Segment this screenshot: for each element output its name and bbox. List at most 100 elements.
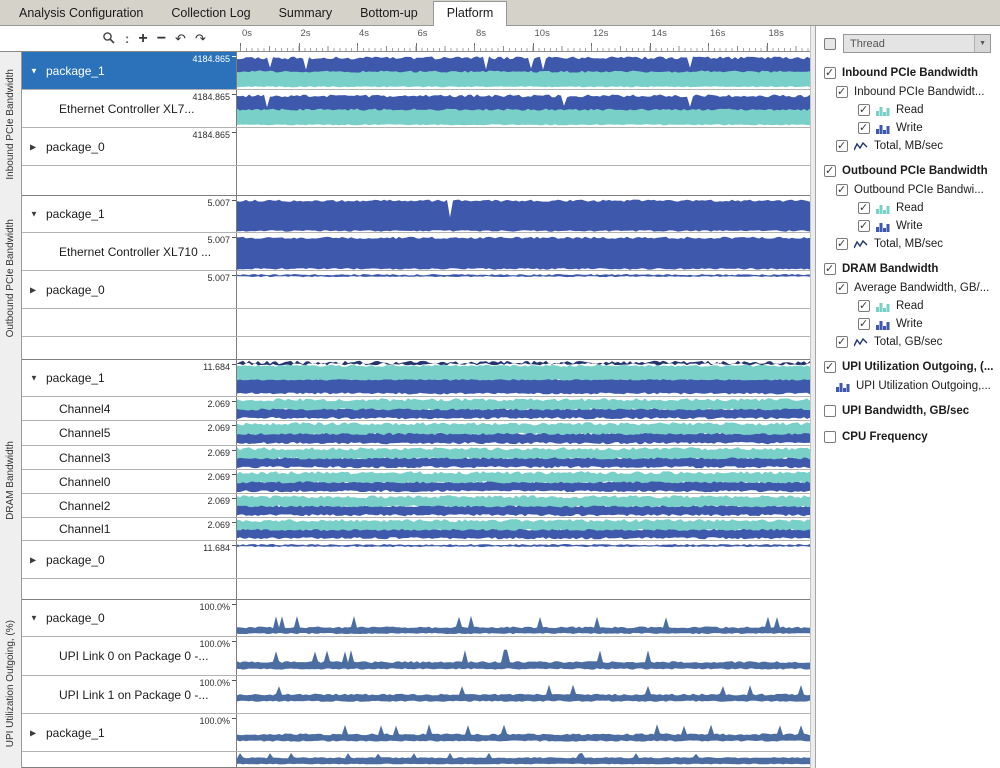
collapse-arrow-icon[interactable]: ▼: [30, 66, 38, 75]
row-label-package-1[interactable]: ▼package_14184.865: [22, 52, 237, 89]
row-label-package-1[interactable]: ▼package_15.007: [22, 196, 237, 232]
total-mb-sec-checkbox[interactable]: [836, 140, 848, 152]
inbound-pcie-bandwidt-checkbox[interactable]: [836, 86, 848, 98]
tab-bottom-up[interactable]: Bottom-up: [347, 2, 431, 25]
chart-spacer[interactable]: [237, 579, 810, 599]
row-label-empty: [22, 579, 237, 599]
chart-upi-link-1-on-package-0[interactable]: [237, 676, 810, 713]
outbound-pcie-bandwi-checkbox[interactable]: [836, 184, 848, 196]
expand-arrow-icon[interactable]: ▶: [30, 555, 36, 564]
chart-package-1[interactable]: [237, 52, 810, 89]
chart-package-1[interactable]: [237, 196, 810, 232]
row-label-package-0[interactable]: ▶package_011.684: [22, 541, 237, 578]
ruler-tick: [357, 43, 358, 51]
upi-utilization-outgoing-checkbox[interactable]: [824, 361, 836, 373]
timeline-row-package-1: ▼package_111.684: [22, 360, 810, 397]
ruler-tick: [591, 43, 592, 51]
legend-label: Average Bandwidth, GB/...: [854, 282, 989, 294]
row-label-channel4[interactable]: Channel42.069: [22, 397, 237, 420]
timeline-row-channel0: Channel02.069: [22, 470, 810, 494]
row-label-package-0[interactable]: ▶package_05.007: [22, 271, 237, 308]
upi-bandwidth-gb-sec-checkbox[interactable]: [824, 405, 836, 417]
tab-platform[interactable]: Platform: [433, 1, 508, 26]
write-checkbox[interactable]: [858, 318, 870, 330]
chart-package-0[interactable]: [237, 541, 810, 578]
row-label-package-1[interactable]: ▶package_1100.0%: [22, 714, 237, 751]
collapse-arrow-icon[interactable]: ▼: [30, 374, 38, 383]
chart-upi-link-0-on-package-0[interactable]: [237, 637, 810, 675]
tab-collection-log[interactable]: Collection Log: [158, 2, 263, 25]
row-label-package-0[interactable]: ▶package_04184.865: [22, 128, 237, 165]
expand-arrow-icon[interactable]: ▶: [30, 285, 36, 294]
legend-label: CPU Frequency: [842, 431, 928, 443]
chart-package-0[interactable]: [237, 271, 810, 308]
row-label-package-1[interactable]: ▼package_111.684: [22, 360, 237, 396]
chart-package-0[interactable]: [237, 600, 810, 636]
row-label-channel5[interactable]: Channel52.069: [22, 421, 237, 445]
chart-package-0[interactable]: [237, 128, 810, 165]
read-checkbox[interactable]: [858, 300, 870, 312]
zoom-in-icon[interactable]: +: [138, 31, 147, 47]
chart-package-1[interactable]: [237, 714, 810, 751]
chart-channel0[interactable]: [237, 470, 810, 493]
tab-summary[interactable]: Summary: [266, 2, 345, 25]
thread-filter-checkbox[interactable]: [824, 38, 836, 50]
legend-row-upi-bandwidth-gb-sec: UPI Bandwidth, GB/sec: [824, 401, 996, 421]
total-gb-sec-checkbox[interactable]: [836, 336, 848, 348]
chart-spacer[interactable]: [237, 166, 810, 195]
chart-spacer[interactable]: [237, 309, 810, 336]
chart-package-1[interactable]: [237, 360, 810, 396]
inbound-pcie-bandwidth-checkbox[interactable]: [824, 67, 836, 79]
thread-dropdown[interactable]: Thread ▼: [843, 34, 991, 53]
zoom-out-icon[interactable]: −: [157, 31, 166, 47]
row-max-value: 2.069: [207, 520, 230, 530]
collapse-arrow-icon[interactable]: ▼: [30, 210, 38, 219]
collapse-arrow-icon[interactable]: ▼: [30, 614, 38, 623]
timeline-ruler[interactable]: 0s2s4s6s8s10s12s14s16s18s: [237, 26, 810, 51]
write-area-icon: [876, 319, 890, 330]
axis-strip-upi-utilization-outgoing: UPI Utilization Outgoing, (%): [0, 600, 22, 768]
chart-channel3[interactable]: [237, 446, 810, 469]
row-label-ethernet-controller-xl7[interactable]: Ethernet Controller XL7...4184.865: [22, 90, 237, 127]
section-outbound-pcie-bandwidth: Outbound PCIe Bandwidth▼package_15.007Et…: [0, 196, 810, 360]
zoom-undo-icon[interactable]: ↶: [175, 32, 186, 45]
chart-channel5[interactable]: [237, 421, 810, 445]
outbound-pcie-bandwidth-checkbox[interactable]: [824, 165, 836, 177]
dropdown-arrow-icon: ▼: [974, 35, 990, 52]
read-checkbox[interactable]: [858, 202, 870, 214]
row-label-upi-link-0-on-package-0[interactable]: UPI Link 0 on Package 0 -...100.0%: [22, 637, 237, 675]
timeline-row-channel5: Channel52.069: [22, 421, 810, 446]
zoom-redo-icon[interactable]: ↷: [195, 32, 206, 45]
row-label-channel0[interactable]: Channel02.069: [22, 470, 237, 493]
total-mb-sec-checkbox[interactable]: [836, 238, 848, 250]
legend-label: DRAM Bandwidth: [842, 263, 938, 275]
row-label-upi-link-1-on-package-0[interactable]: UPI Link 1 on Package 0 -...100.0%: [22, 676, 237, 713]
row-label-ethernet-controller-xl710[interactable]: Ethernet Controller XL710 ...5.007: [22, 233, 237, 270]
read-checkbox[interactable]: [858, 104, 870, 116]
row-label-empty: [22, 752, 237, 767]
chart-spacer[interactable]: [237, 337, 810, 359]
row-max-value: 2.069: [207, 496, 230, 506]
legend-label: Write: [896, 122, 923, 134]
row-label-package-0[interactable]: ▼package_0100.0%: [22, 600, 237, 636]
chart-ethernet-controller-xl7[interactable]: [237, 90, 810, 127]
write-checkbox[interactable]: [858, 220, 870, 232]
expand-arrow-icon[interactable]: ▶: [30, 142, 36, 151]
chart-channel1[interactable]: [237, 518, 810, 540]
expand-arrow-icon[interactable]: ▶: [30, 728, 36, 737]
row-label-channel3[interactable]: Channel32.069: [22, 446, 237, 469]
legend-row-dram-bandwidth: DRAM Bandwidth: [824, 259, 996, 279]
dram-bandwidth-checkbox[interactable]: [824, 263, 836, 275]
chart-channel2[interactable]: [237, 494, 810, 517]
chart-spacer[interactable]: [237, 752, 810, 767]
row-label-channel2[interactable]: Channel22.069: [22, 494, 237, 517]
row-label-channel1[interactable]: Channel12.069: [22, 518, 237, 540]
legend-panel: Thread ▼ Inbound PCIe BandwidthInbound P…: [816, 26, 1000, 768]
zoom-magnifier-icon[interactable]: [102, 31, 116, 47]
average-bandwidth-gb-checkbox[interactable]: [836, 282, 848, 294]
chart-channel4[interactable]: [237, 397, 810, 420]
chart-ethernet-controller-xl710[interactable]: [237, 233, 810, 270]
tab-analysis-configuration[interactable]: Analysis Configuration: [6, 2, 156, 25]
cpu-frequency-checkbox[interactable]: [824, 431, 836, 443]
write-checkbox[interactable]: [858, 122, 870, 134]
